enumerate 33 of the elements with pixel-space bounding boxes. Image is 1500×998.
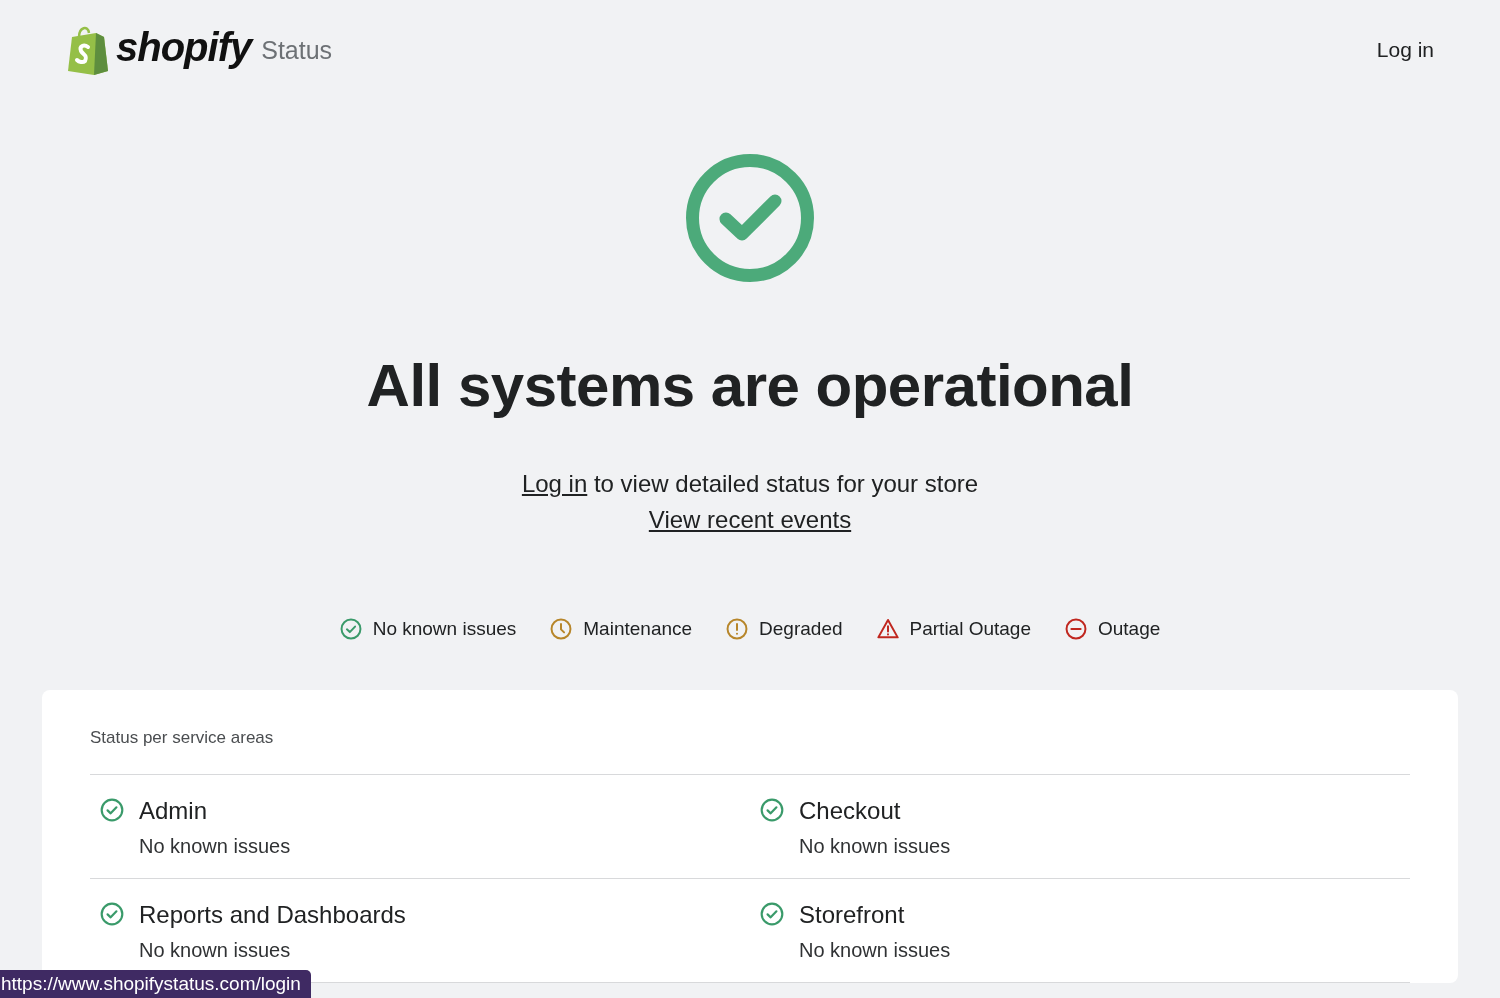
service-name: Storefront	[799, 901, 906, 929]
login-prompt: Log in to view detailed status for your store	[521, 470, 979, 498]
product-name: Status	[261, 35, 333, 65]
recent-events-link[interactable]: View recent events	[648, 506, 852, 534]
check-circle-icon	[760, 902, 784, 926]
clock-icon	[550, 618, 573, 640]
service-status: No known issues	[799, 939, 951, 962]
login-link[interactable]: Log in	[1376, 38, 1434, 62]
service-status: No known issues	[139, 939, 292, 962]
card-title: Status per service areas	[90, 728, 1410, 775]
brand-wordmark: shopify	[116, 24, 252, 70]
check-circle-icon	[100, 902, 124, 926]
service-status: No known issues	[799, 835, 951, 858]
status-headline: All systems are operational	[366, 351, 1134, 420]
service-name: Checkout	[799, 797, 902, 825]
legend-label: No known issues	[372, 618, 517, 640]
warning-triangle-icon	[876, 618, 899, 640]
check-circle-icon	[339, 618, 362, 640]
exclamation-circle-icon	[726, 618, 749, 640]
check-circle-icon	[760, 798, 784, 822]
login-link[interactable]: Log in	[521, 470, 588, 497]
legend-label: Outage	[1098, 618, 1161, 640]
legend-label: Partial Outage	[909, 618, 1031, 640]
legend-label: Degraded	[759, 618, 843, 640]
link-preview-tooltip: https://www.shopifystatus.com/login	[0, 970, 311, 998]
service-name: Admin	[139, 797, 209, 825]
check-circle-icon	[100, 798, 124, 822]
service-name: Reports and Dashboards	[139, 901, 406, 929]
check-circle-icon	[685, 153, 815, 283]
service-status: No known issues	[139, 835, 291, 858]
shopping-bag-icon	[66, 25, 110, 75]
legend-label: Maintenance	[583, 618, 693, 640]
minus-circle-icon	[1065, 618, 1087, 640]
